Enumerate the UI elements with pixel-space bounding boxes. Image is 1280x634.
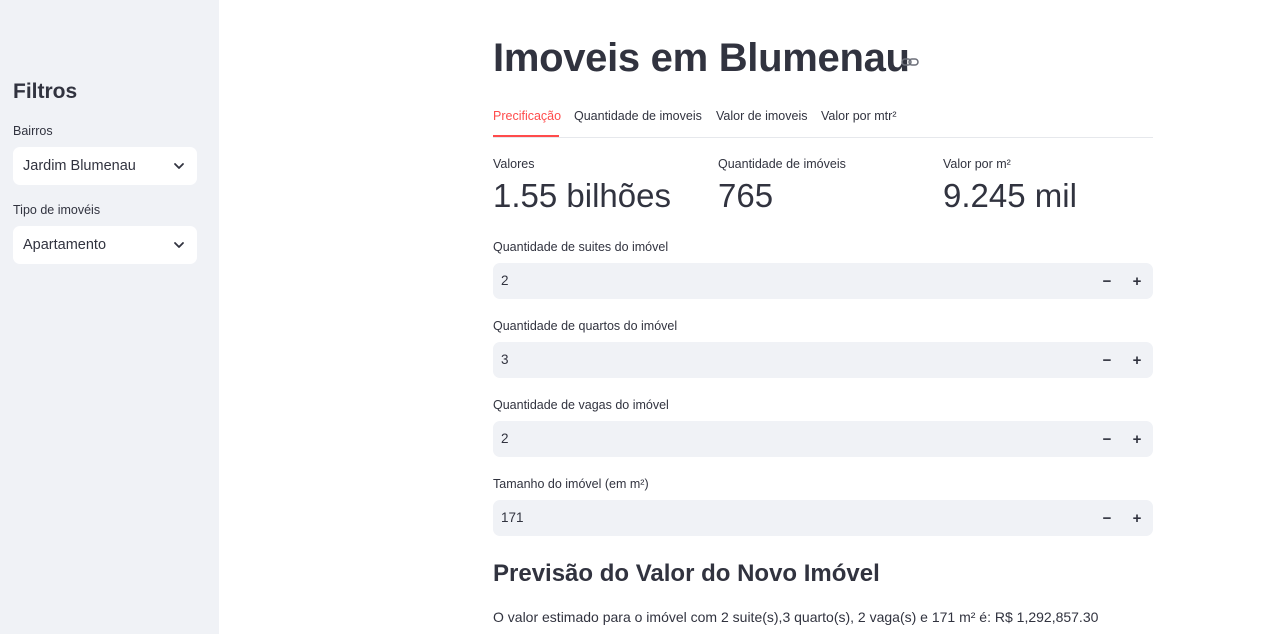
vagas-value[interactable]: 2: [501, 431, 509, 446]
decrement-button[interactable]: −: [1097, 271, 1117, 291]
metric-valor-m2: Valor por m² 9.245 mil: [943, 157, 1077, 215]
increment-button[interactable]: +: [1127, 271, 1147, 291]
quartos-label: Quantidade de quartos do imóvel: [493, 319, 678, 333]
vagas-label: Quantidade de vagas do imóvel: [493, 398, 669, 412]
metric-label: Valores: [493, 157, 535, 171]
decrement-button[interactable]: −: [1097, 350, 1117, 370]
sidebar: Filtros Bairros Jardim Blumenau Tipo de …: [0, 0, 219, 634]
suites-value[interactable]: 2: [501, 273, 509, 288]
decrement-button[interactable]: −: [1097, 429, 1117, 449]
suites-label: Quantidade de suites do imóvel: [493, 240, 669, 254]
decrement-button[interactable]: −: [1097, 508, 1117, 528]
active-tab-indicator: [493, 135, 559, 137]
metric-value: 765: [718, 177, 774, 214]
tamanho-value[interactable]: 171: [501, 510, 524, 525]
metric-value: 1.55 bilhões: [493, 177, 671, 214]
increment-button[interactable]: +: [1127, 508, 1147, 528]
property-type-label: Tipo de imovéis: [13, 203, 101, 217]
sidebar-title: Filtros: [13, 80, 78, 103]
tamanho-label: Tamanho do imóvel (em m²): [493, 477, 649, 491]
property-type-value: Apartamento: [23, 237, 107, 253]
property-type-select[interactable]: Apartamento: [13, 226, 197, 264]
tamanho-stepper[interactable]: 171 − +: [493, 500, 1153, 536]
metric-label: Quantidade de imóveis: [718, 157, 846, 171]
chevron-down-icon: [173, 160, 185, 172]
neighborhood-label: Bairros: [13, 124, 53, 138]
tab-precificacao[interactable]: Precificação: [493, 109, 561, 123]
tab-bar: Precificação Quantidade de imoveis Valor…: [493, 108, 1153, 138]
tab-valor-de-imoveis[interactable]: Valor de imoveis: [716, 109, 807, 123]
link-icon[interactable]: [900, 54, 920, 70]
metric-quantidade: Quantidade de imóveis 765: [718, 157, 846, 215]
metric-valores: Valores 1.55 bilhões: [493, 157, 671, 215]
tab-quantidade-de-imoveis[interactable]: Quantidade de imoveis: [574, 109, 702, 123]
increment-button[interactable]: +: [1127, 429, 1147, 449]
tab-valor-por-mtr2[interactable]: Valor por mtr²: [821, 109, 896, 123]
neighborhood-value: Jardim Blumenau: [23, 158, 136, 174]
quartos-stepper[interactable]: 3 − +: [493, 342, 1153, 378]
metric-label: Valor por m²: [943, 157, 1011, 171]
vagas-stepper[interactable]: 2 − +: [493, 421, 1153, 457]
suites-stepper[interactable]: 2 − +: [493, 263, 1153, 299]
quartos-value[interactable]: 3: [501, 352, 509, 367]
chevron-down-icon: [173, 239, 185, 251]
metric-value: 9.245 mil: [943, 177, 1077, 214]
page-title: Imoveis em Blumenau: [493, 36, 910, 80]
increment-button[interactable]: +: [1127, 350, 1147, 370]
neighborhood-select[interactable]: Jardim Blumenau: [13, 147, 197, 185]
prediction-text: O valor estimado para o imóvel com 2 sui…: [493, 609, 1099, 625]
prediction-title: Previsão do Valor do Novo Imóvel: [493, 560, 880, 587]
